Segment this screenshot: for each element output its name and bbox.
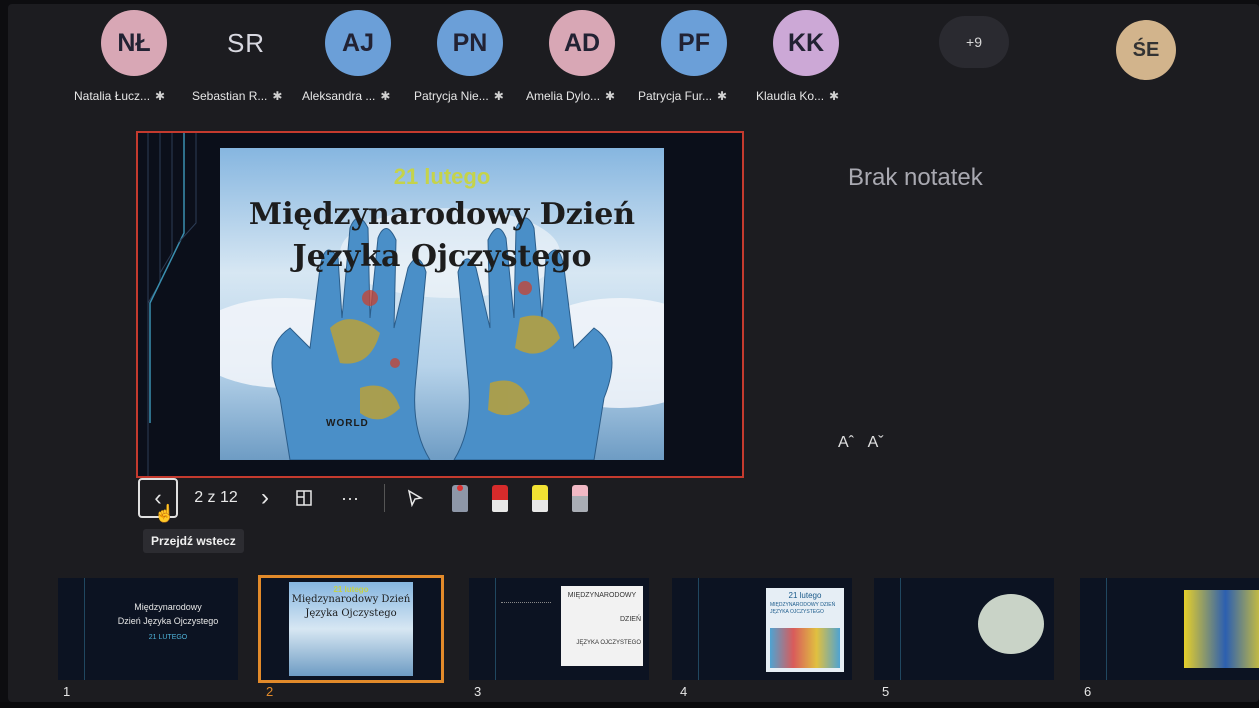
- thumbnail-slide-6[interactable]: [1080, 578, 1259, 680]
- thumbnail-decoration: [469, 578, 496, 680]
- slide-thumbnails: Międzynarodowy Dzień Języka Ojczystego 2…: [8, 570, 1259, 702]
- participant-1[interactable]: NŁ Natalia Łucz... ✱: [74, 10, 190, 103]
- thumbnail-slide-3[interactable]: MIĘDZYNARODOWY DZIEŃ JĘZYKA OJCZYSTEGO: [469, 578, 649, 680]
- thumbnail-number: 1: [63, 684, 71, 699]
- thumbnail-decoration: [874, 578, 901, 680]
- pointer-icon: [407, 489, 423, 507]
- participant-4[interactable]: PN Patrycja Nie... ✱: [414, 10, 526, 103]
- avatar: AD: [549, 10, 615, 76]
- thumbnail-decoration: [58, 578, 85, 680]
- slide-counter: 2 z 12: [194, 489, 238, 506]
- avatar: AJ: [325, 10, 391, 76]
- pointer-tool-button[interactable]: [400, 478, 430, 518]
- participant-name: Amelia Dylo...: [526, 89, 601, 103]
- slide-date: 21 lutego: [393, 164, 491, 189]
- thumbnail-decoration: [1080, 578, 1107, 680]
- flags-image: [770, 628, 840, 668]
- laser-pointer-icon: [457, 485, 463, 491]
- toolbar-divider: [384, 484, 385, 512]
- thumbnail-slide-4[interactable]: 21 lutego MIĘDZYNARODOWY DZIEŃ JĘZYKA OJ…: [672, 578, 852, 680]
- thumbnail-slide-5[interactable]: [874, 578, 1054, 680]
- globe-image: [978, 594, 1044, 654]
- more-options-button[interactable]: ···: [334, 478, 366, 518]
- thumbnail-text-block: [501, 602, 551, 643]
- mic-muted-icon: ✱: [272, 89, 283, 103]
- grid-view-icon: [296, 490, 312, 506]
- eraser-tool[interactable]: [572, 485, 588, 512]
- thumbnail-number: 5: [882, 684, 890, 699]
- mic-muted-icon: ✱: [717, 89, 728, 103]
- app-window: NŁ Natalia Łucz... ✱ SR Sebastian R... ✱ A…: [8, 4, 1259, 702]
- increase-font-button[interactable]: Aˆ: [838, 434, 854, 451]
- current-slide: 21 lutego Międzynarodowy Dzień Języka Oj…: [136, 131, 744, 478]
- thumbnail-number: 2: [266, 684, 274, 699]
- participant-2[interactable]: SR Sebastian R... ✱: [190, 10, 302, 104]
- all-slides-button[interactable]: [288, 478, 320, 518]
- participant-name: Aleksandra ...: [302, 89, 376, 103]
- slide-image: 21 lutego Międzynarodowy Dzień Języka Oj…: [220, 148, 664, 460]
- word-cloud-image: [1184, 590, 1259, 668]
- mic-muted-icon: ✱: [380, 89, 391, 103]
- avatar: NŁ: [101, 10, 167, 76]
- avatar: KK: [773, 10, 839, 76]
- mic-muted-icon: ✱: [829, 89, 840, 103]
- thumbnail-slide-2[interactable]: 21 lutego Międzynarodowy Dzień Języka Oj…: [258, 575, 444, 683]
- thumbnail-number: 4: [680, 684, 688, 699]
- slide-decoration: [147, 133, 197, 476]
- laser-pointer-tool[interactable]: [452, 485, 468, 512]
- participants-bar: NŁ Natalia Łucz... ✱ SR Sebastian R... ✱ A…: [68, 10, 1068, 120]
- screen-bezel: [0, 702, 1259, 708]
- hand-cursor-icon: ☝: [154, 504, 176, 523]
- world-caption: WORLD: [326, 418, 369, 429]
- highlighter-tool[interactable]: [532, 485, 548, 512]
- mic-muted-icon: ✱: [493, 89, 504, 103]
- participant-3[interactable]: AJ Aleksandra ... ✱: [302, 10, 414, 103]
- avatar: SR: [226, 27, 266, 58]
- presenter-toolbar: ‹ 2 z 12 › ···: [138, 478, 608, 518]
- more-participants-button[interactable]: +9: [939, 16, 1009, 68]
- mic-muted-icon: ✱: [605, 89, 616, 103]
- participant-5[interactable]: AD Amelia Dylo... ✱: [526, 10, 638, 103]
- thumbnail-image: MIĘDZYNARODOWY DZIEŃ JĘZYKA OJCZYSTEGO: [561, 586, 643, 666]
- next-slide-button[interactable]: ›: [250, 478, 280, 518]
- participant-name: Sebastian R...: [192, 89, 268, 103]
- thumbnail-number: 6: [1084, 684, 1092, 699]
- speaker-notes: Brak notatek: [848, 164, 983, 191]
- participant-name: Patrycja Fur...: [638, 89, 713, 103]
- avatar: PF: [661, 10, 727, 76]
- participant-name: Klaudia Ko...: [756, 89, 825, 103]
- slide-title: Międzynarodowy Dzień Języka Ojczystego: [248, 197, 636, 274]
- self-avatar[interactable]: ŚE: [1116, 20, 1176, 80]
- thumbnail-number: 3: [474, 684, 482, 699]
- mic-muted-icon: ✱: [155, 89, 166, 103]
- thumbnail-image: 21 lutego MIĘDZYNARODOWY DZIEŃ JĘZYKA OJ…: [766, 588, 844, 672]
- font-size-controls: Aˆ Aˇ: [838, 434, 894, 452]
- participant-name: Natalia Łucz...: [74, 89, 151, 103]
- thumbnail-slide-1[interactable]: Międzynarodowy Dzień Języka Ojczystego 2…: [58, 578, 238, 680]
- pen-tool[interactable]: [492, 485, 508, 512]
- thumbnail-decoration: [672, 578, 699, 680]
- previous-slide-tooltip: Przejdź wstecz: [143, 529, 244, 553]
- avatar: PN: [437, 10, 503, 76]
- participant-7[interactable]: KK Klaudia Ko... ✱: [750, 10, 862, 103]
- decrease-font-button[interactable]: Aˇ: [868, 434, 884, 451]
- participant-name: Patrycja Nie...: [414, 89, 489, 103]
- participant-6[interactable]: PF Patrycja Fur... ✱: [638, 10, 750, 103]
